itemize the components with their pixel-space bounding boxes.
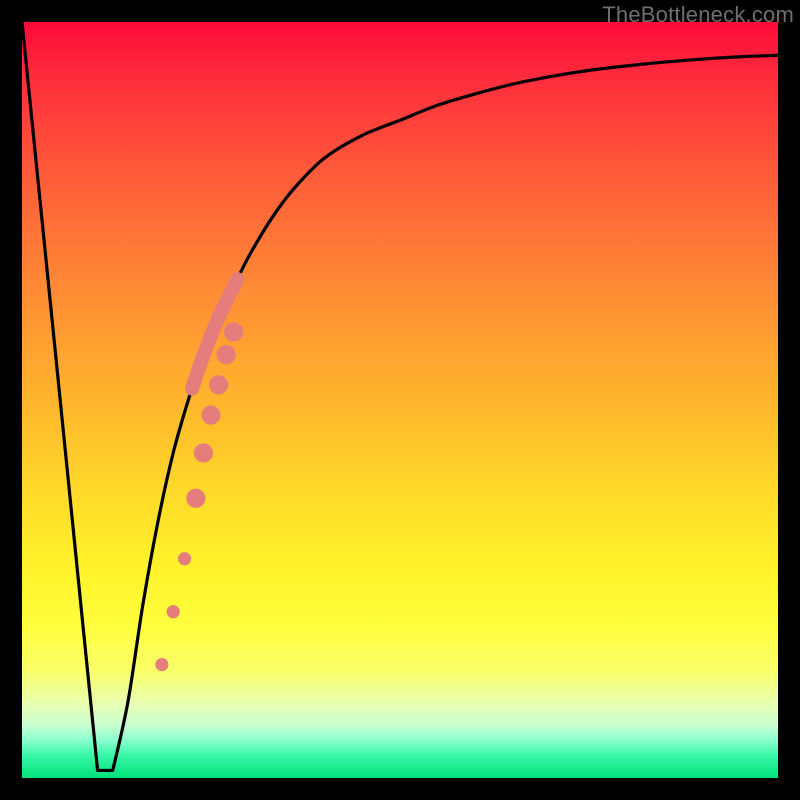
chart-container: TheBottleneck.com (0, 0, 800, 800)
highlight-dot (178, 552, 191, 565)
highlight-dot (209, 375, 228, 394)
highlight-dot (224, 322, 243, 341)
bottleneck-curve (22, 22, 778, 770)
bottleneck-chart (22, 22, 778, 778)
highlight-dot (201, 406, 220, 425)
highlight-dot (186, 489, 205, 508)
highlight-dot (155, 658, 168, 671)
highlight-dot (194, 443, 213, 462)
highlight-dot (167, 605, 180, 618)
highlight-dot (217, 345, 236, 364)
watermark-text: TheBottleneck.com (602, 2, 794, 28)
plot-area (22, 22, 778, 778)
